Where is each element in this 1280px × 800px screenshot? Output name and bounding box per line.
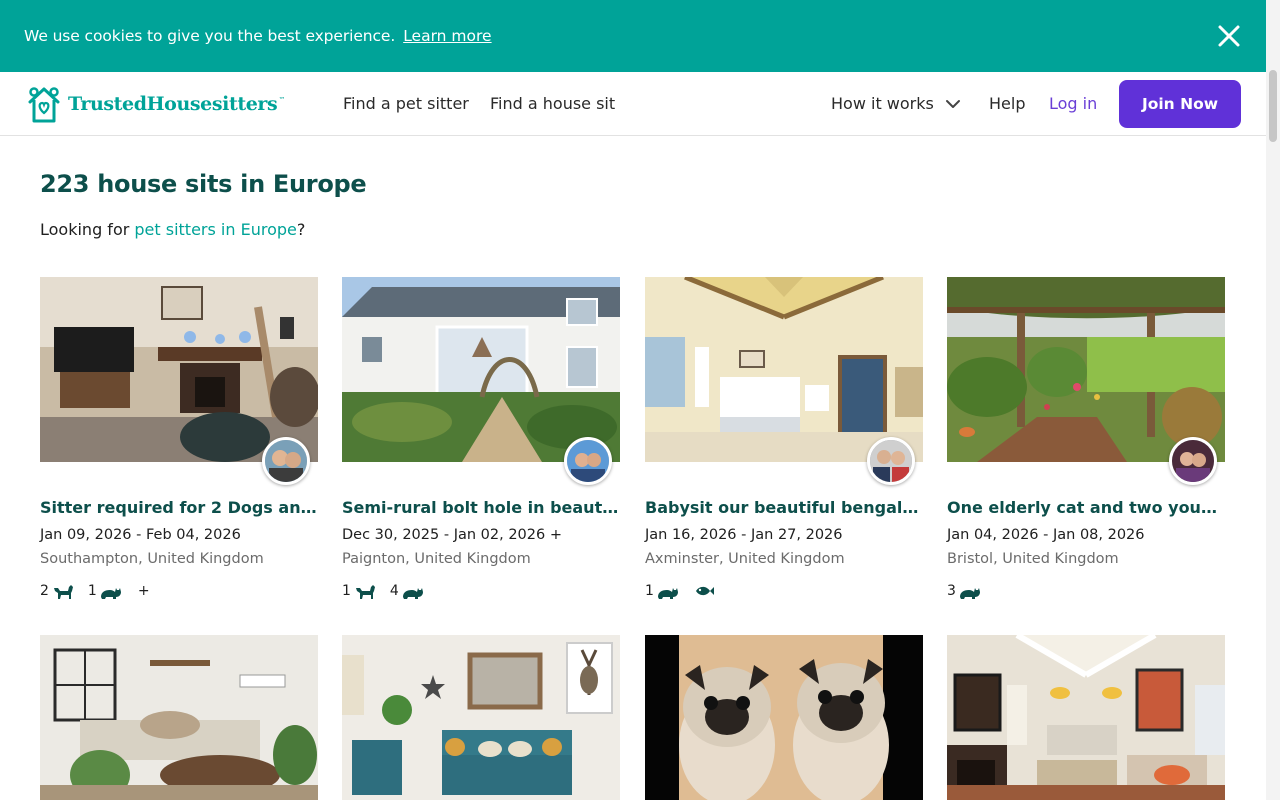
pet-count-dog: 2 xyxy=(40,582,74,600)
more-pets-indicator: + xyxy=(137,583,150,599)
pet-count-fish xyxy=(693,584,715,598)
nav-login[interactable]: Log in xyxy=(1049,94,1097,113)
listing-location: Bristol, United Kingdom xyxy=(947,551,1119,567)
pet-count-cat: 4 xyxy=(390,582,424,600)
pet-count: 2 xyxy=(40,583,49,599)
pet-count-dog: 1 xyxy=(342,582,376,600)
prompt-suffix: ? xyxy=(296,220,306,239)
listing-card[interactable] xyxy=(947,635,1225,800)
listing-photo[interactable] xyxy=(645,635,923,800)
host-avatar xyxy=(1169,437,1217,485)
pet-count: 1 xyxy=(87,583,97,599)
cat-icon xyxy=(100,588,121,599)
listing-photo[interactable] xyxy=(947,635,1225,800)
site-logo[interactable]: TrustedHousesitters ™ xyxy=(24,83,285,125)
nav-find-pet-sitter[interactable]: Find a pet sitter xyxy=(343,94,469,113)
prompt-prefix: Looking for xyxy=(40,220,135,239)
listing-card[interactable]: Semi-rural bolt hole in beautiful Paignt… xyxy=(342,277,620,607)
pet-count: 4 xyxy=(389,583,399,599)
nav-help[interactable]: Help xyxy=(989,94,1025,113)
house-heart-logo-icon xyxy=(28,87,60,123)
listing-pets: 1 xyxy=(645,580,729,602)
listing-location: Paignton, United Kingdom xyxy=(342,551,531,567)
listing-photo[interactable] xyxy=(40,635,318,800)
pet-count: 3 xyxy=(947,583,956,599)
page-title: 223 house sits in Europe xyxy=(40,170,367,198)
logo-wordmark: TrustedHousesitters xyxy=(68,93,278,115)
listing-card[interactable]: Sitter required for 2 Dogs and 2 cats in… xyxy=(40,277,318,607)
close-icon[interactable] xyxy=(1216,23,1242,49)
pet-count-cat: 1 xyxy=(645,582,679,600)
cat-icon xyxy=(959,588,980,599)
learn-more-link[interactable]: Learn more xyxy=(403,27,491,45)
scrollbar-thumb[interactable] xyxy=(1269,70,1277,142)
listing-location: Southampton, United Kingdom xyxy=(40,551,264,567)
cat-icon xyxy=(402,588,423,599)
pet-sitter-prompt: Looking for pet sitters in Europe? xyxy=(40,220,305,239)
listing-pets: 2 1 + xyxy=(40,580,150,602)
join-now-button[interactable]: Join Now xyxy=(1119,80,1241,128)
dog-icon xyxy=(53,585,73,599)
dog-icon xyxy=(355,585,375,599)
listing-photo[interactable] xyxy=(947,277,1225,462)
fish-icon xyxy=(695,586,714,596)
listing-dates: Dec 30, 2025 - Jan 02, 2026 + xyxy=(342,527,562,543)
listing-dates: Jan 04, 2026 - Jan 08, 2026 xyxy=(947,527,1145,543)
listing-photo[interactable] xyxy=(40,277,318,462)
cat-icon xyxy=(657,588,678,599)
chevron-down-icon[interactable] xyxy=(945,98,961,110)
listing-card[interactable] xyxy=(40,635,318,800)
cookie-banner: We use cookies to give you the best expe… xyxy=(0,0,1280,72)
listing-title[interactable]: One elderly cat and two younger cats xyxy=(947,498,1225,517)
listing-card[interactable]: Babysit our beautiful bengal Miss Moo Ja… xyxy=(645,277,923,607)
nav-how-it-works[interactable]: How it works xyxy=(831,94,934,113)
page-scrollbar[interactable] xyxy=(1266,0,1280,800)
listing-photo[interactable] xyxy=(645,277,923,462)
listing-title[interactable]: Babysit our beautiful bengal Miss Moo xyxy=(645,498,923,517)
host-avatar xyxy=(867,437,915,485)
listing-pets: 1 4 xyxy=(342,580,438,602)
listing-title[interactable]: Semi-rural bolt hole in beautiful Paignt… xyxy=(342,498,620,517)
listing-dates: Jan 16, 2026 - Jan 27, 2026 xyxy=(645,527,843,543)
host-avatar xyxy=(262,437,310,485)
pet-count: 1 xyxy=(342,583,351,599)
listing-dates: Jan 09, 2026 - Feb 04, 2026 xyxy=(40,527,241,543)
listing-card[interactable] xyxy=(645,635,923,800)
site-header: TrustedHousesitters ™ Find a pet sitter F… xyxy=(0,72,1266,136)
listing-photo[interactable] xyxy=(342,277,620,462)
cookie-text: We use cookies to give you the best expe… xyxy=(24,27,396,45)
listing-card[interactable] xyxy=(342,635,620,800)
pet-count: 1 xyxy=(645,583,654,599)
host-avatar xyxy=(564,437,612,485)
listing-photo[interactable] xyxy=(342,635,620,800)
pet-sitters-europe-link[interactable]: pet sitters in Europe xyxy=(134,220,296,239)
listing-location: Axminster, United Kingdom xyxy=(645,551,845,567)
pet-count-cat: 3 xyxy=(947,582,981,600)
pet-count-cat: 1 xyxy=(88,582,122,600)
listing-pets: 3 xyxy=(947,580,995,602)
listing-title[interactable]: Sitter required for 2 Dogs and 2 cats in… xyxy=(40,498,318,517)
nav-find-house-sit[interactable]: Find a house sit xyxy=(490,94,615,113)
listing-card[interactable]: One elderly cat and two younger cats Jan… xyxy=(947,277,1225,607)
logo-trademark: ™ xyxy=(278,96,286,104)
